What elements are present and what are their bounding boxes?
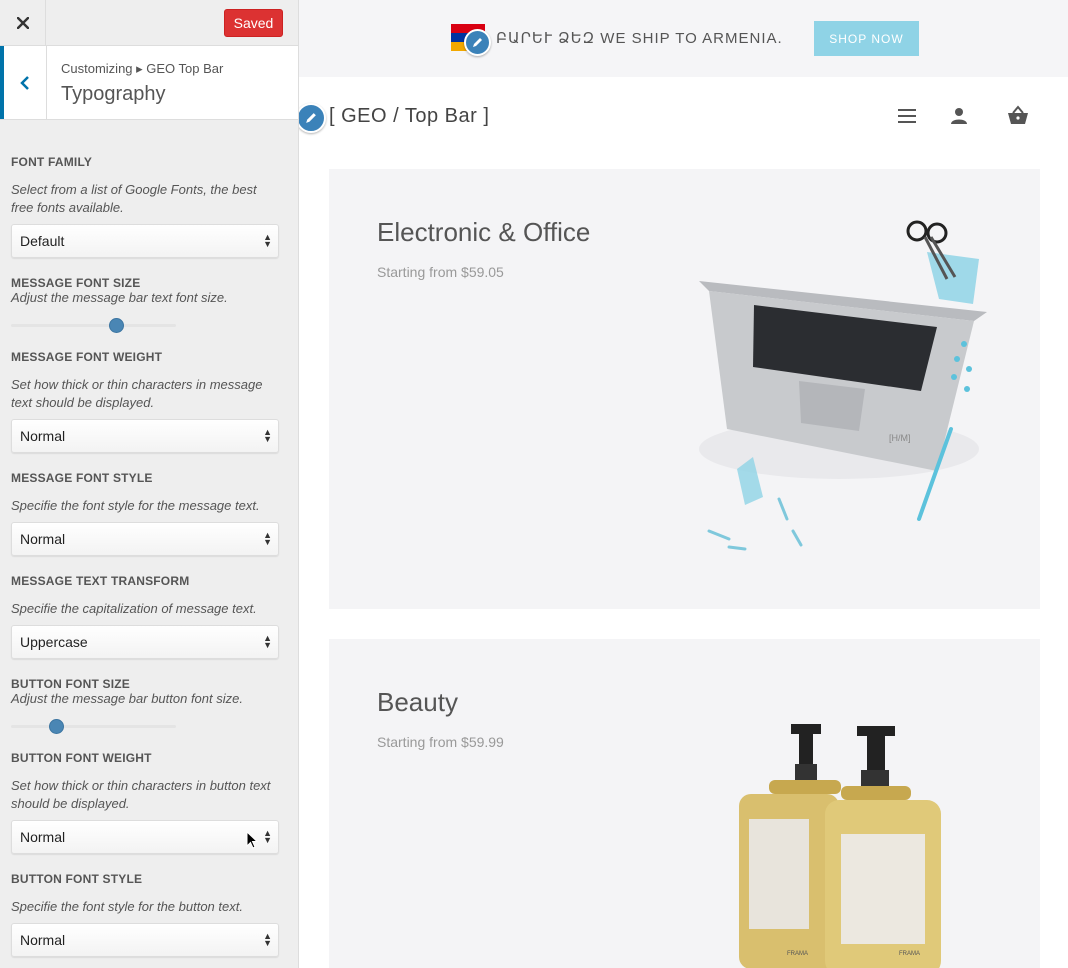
- message-font-weight-select[interactable]: Normal ▲ ▼: [11, 419, 279, 453]
- category-card-electronics[interactable]: Electronic & Office Starting from $59.05…: [329, 169, 1040, 609]
- message-text-transform-description: Specifie the capitalization of message t…: [11, 601, 257, 616]
- button-font-size-slider[interactable]: [11, 718, 176, 734]
- bottles-image: FRAMA FRAMA: [739, 724, 941, 968]
- select-arrows-icon: ▲ ▼: [263, 530, 272, 547]
- customizer-header: Saved: [0, 0, 298, 46]
- slider-thumb[interactable]: [49, 719, 64, 734]
- shop-now-button[interactable]: SHOP NOW: [814, 21, 919, 56]
- laptop-label: [H/M]: [889, 433, 911, 443]
- chevron-left-icon: [20, 75, 29, 90]
- button-font-size-label: BUTTON FONT SIZE: [11, 677, 130, 691]
- button-font-size-control: BUTTON FONT SIZE Adjust the message bar …: [11, 677, 281, 734]
- button-font-weight-label: BUTTON FONT WEIGHT: [11, 751, 152, 765]
- message-font-style-select[interactable]: Normal ▲ ▼: [11, 522, 279, 556]
- geo-top-bar: ԲԱՐԵՒ ՁԵԶ WE SHIP TO ARMENIA. SHOP NOW: [299, 0, 1068, 77]
- section-header: Customizing ▸ GEO Top Bar Typography: [0, 46, 298, 120]
- card-subtitle: Starting from $59.99: [377, 734, 504, 750]
- message-font-weight-label: MESSAGE FONT WEIGHT: [11, 350, 163, 364]
- message-text-transform-select[interactable]: Uppercase ▲ ▼: [11, 625, 279, 659]
- select-arrows-icon: ▲ ▼: [263, 931, 272, 948]
- edit-shortcut-topbar[interactable]: [464, 29, 491, 56]
- message-font-style-description: Specifie the font style for the message …: [11, 498, 260, 513]
- slider-track: [11, 725, 176, 728]
- close-button[interactable]: [0, 0, 46, 45]
- font-family-select[interactable]: Default ▲ ▼: [11, 224, 279, 258]
- button-font-weight-select[interactable]: Normal ▲ ▼: [11, 820, 279, 854]
- message-font-weight-value: Normal: [20, 428, 66, 444]
- breadcrumb: Customizing ▸ GEO Top Bar: [61, 61, 224, 76]
- message-font-style-label: MESSAGE FONT STYLE: [11, 471, 153, 485]
- button-font-style-description: Specifie the font style for the button t…: [11, 899, 243, 914]
- edit-shortcut-site-title[interactable]: [299, 103, 326, 133]
- basket-icon[interactable]: [1006, 104, 1030, 128]
- select-arrows-icon: ▲ ▼: [263, 427, 272, 444]
- mouse-cursor-icon: [246, 831, 258, 849]
- menu-icon[interactable]: [895, 104, 919, 128]
- pencil-icon: [473, 38, 482, 47]
- message-font-style-control: MESSAGE FONT STYLE Specifie the font sty…: [11, 471, 281, 556]
- button-font-style-control: BUTTON FONT STYLE Specifie the font styl…: [11, 872, 281, 957]
- card-title: Beauty: [377, 687, 458, 717]
- button-font-size-description: Adjust the message bar button font size.: [11, 691, 243, 706]
- select-arrows-icon: ▲ ▼: [263, 828, 272, 845]
- bottle-label-large: FRAMA: [899, 951, 920, 957]
- select-arrows-icon: ▲ ▼: [263, 232, 272, 249]
- laptop-image: [H/M]: [699, 220, 987, 551]
- back-button[interactable]: [0, 46, 47, 119]
- topbar-message: ԲԱՐԵՒ ՁԵԶ WE SHIP TO ARMENIA.: [496, 30, 783, 47]
- select-arrows-icon: ▲ ▼: [263, 633, 272, 650]
- message-font-size-slider[interactable]: [11, 317, 176, 333]
- font-family-description: Select from a list of Google Fonts, the …: [11, 182, 257, 215]
- slider-thumb[interactable]: [109, 318, 124, 333]
- message-text-transform-control: MESSAGE TEXT TRANSFORM Specifie the capi…: [11, 574, 281, 659]
- close-icon: [16, 16, 29, 29]
- message-font-size-description: Adjust the message bar text font size.: [11, 290, 228, 305]
- button-font-weight-value: Normal: [20, 829, 66, 845]
- button-font-weight-description: Set how thick or thin characters in butt…: [11, 778, 271, 811]
- category-card-beauty[interactable]: Beauty Starting from $59.99 FRAMA FRAMA: [329, 639, 1040, 968]
- message-font-weight-description: Set how thick or thin characters in mess…: [11, 377, 263, 410]
- card-title: Electronic & Office: [377, 217, 591, 247]
- message-font-weight-control: MESSAGE FONT WEIGHT Set how thick or thi…: [11, 350, 281, 453]
- site-title[interactable]: [ GEO / Top Bar ]: [329, 105, 489, 128]
- message-font-size-label: MESSAGE FONT SIZE: [11, 276, 141, 290]
- customizer-sidebar: Saved Customizing ▸ GEO Top Bar Typograp…: [0, 0, 299, 968]
- site-preview: ԲԱՐԵՒ ՁԵԶ WE SHIP TO ARMENIA. SHOP NOW […: [299, 0, 1068, 968]
- font-family-label: FONT FAMILY: [11, 155, 93, 169]
- button-font-style-select[interactable]: Normal ▲ ▼: [11, 923, 279, 957]
- message-font-size-control: MESSAGE FONT SIZE Adjust the message bar…: [11, 276, 281, 333]
- user-icon[interactable]: [947, 104, 971, 128]
- button-font-weight-control: BUTTON FONT WEIGHT Set how thick or thin…: [11, 751, 281, 854]
- font-family-value: Default: [20, 233, 65, 249]
- message-text-transform-value: Uppercase: [20, 634, 88, 650]
- pencil-icon: [306, 113, 316, 123]
- button-font-style-value: Normal: [20, 932, 66, 948]
- message-text-transform-label: MESSAGE TEXT TRANSFORM: [11, 574, 190, 588]
- button-font-style-label: BUTTON FONT STYLE: [11, 872, 143, 886]
- card-subtitle: Starting from $59.05: [377, 264, 504, 280]
- bottle-label-small: FRAMA: [787, 951, 808, 957]
- saved-button[interactable]: Saved: [224, 9, 283, 37]
- section-title: Typography: [61, 83, 166, 105]
- slider-track: [11, 324, 176, 327]
- font-family-control: FONT FAMILY Select from a list of Google…: [11, 155, 281, 258]
- message-font-style-value: Normal: [20, 531, 66, 547]
